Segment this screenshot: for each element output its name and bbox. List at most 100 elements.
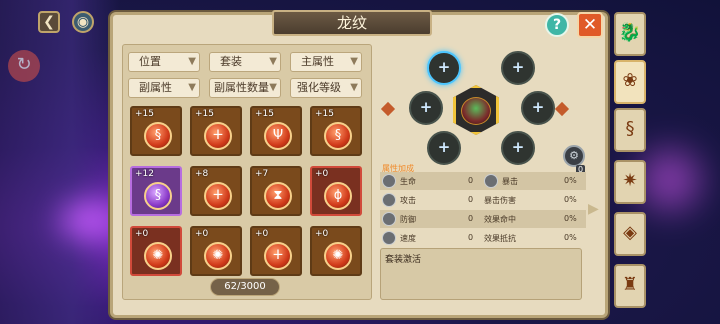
close-button[interactable]: ✕: [577, 12, 603, 38]
background-glow: [640, 150, 700, 210]
attr-value: 0: [468, 233, 474, 242]
enhance-level: +0: [195, 229, 209, 239]
dragon-icon: §: [625, 118, 635, 139]
attr-name: 效果命中: [484, 215, 516, 224]
attr-value: 0%: [564, 214, 577, 223]
rune-socket-2[interactable]: +: [501, 51, 535, 85]
rune-icon: ✺: [324, 242, 352, 270]
back-button[interactable]: ❮: [38, 11, 60, 33]
enhance-level: +15: [255, 109, 274, 119]
rune-slot[interactable]: +0 ϕ: [310, 166, 362, 216]
rune-icon: ⵜ: [264, 242, 292, 270]
rune-slot[interactable]: +0 ⵜ: [250, 226, 302, 276]
rune-icon: ⧗: [264, 182, 292, 210]
crit-icon: [484, 174, 498, 188]
rune-wheel: + + + + + +: [380, 45, 570, 175]
rune-icon: §: [324, 122, 352, 150]
attr-name: 效果抵抗: [484, 234, 516, 243]
rune-slot[interactable]: +0 ✺: [130, 226, 182, 276]
eye-button[interactable]: ◉: [72, 11, 94, 33]
rune-slot[interactable]: +0 ✺: [190, 226, 242, 276]
tab-armor[interactable]: ♜: [614, 264, 646, 308]
rune-slot[interactable]: +15 ⵜ: [190, 106, 242, 156]
filter-label: 强化等级: [297, 81, 341, 94]
rune-slot[interactable]: +15 §: [130, 106, 182, 156]
attr-name: 暴击伤害: [484, 196, 516, 205]
attack-icon: [382, 193, 396, 207]
attr-value: 0: [468, 214, 474, 223]
rune-icon: ⵜ: [204, 182, 232, 210]
filter-main-attr[interactable]: 主属性 ▼: [290, 52, 362, 72]
rune-icon: Ψ: [264, 122, 292, 150]
attr-name: 速度: [400, 234, 416, 243]
tab-dragon[interactable]: §: [614, 108, 646, 152]
filter-set[interactable]: 套装 ▼: [209, 52, 281, 72]
tab-star[interactable]: ✷: [614, 160, 646, 204]
armor-icon: ♜: [621, 274, 639, 295]
filter-position[interactable]: 位置 ▼: [128, 52, 200, 72]
star-badge-icon: ✷: [622, 170, 638, 191]
background-tree: [0, 0, 120, 324]
lotus-icon: ❀: [622, 70, 638, 91]
attr-name: 攻击: [400, 196, 416, 205]
rune-socket-3[interactable]: +: [521, 91, 555, 125]
rune-socket-5[interactable]: +: [427, 131, 461, 165]
enhance-level: +0: [135, 229, 149, 239]
chevron-right-icon[interactable]: ▶: [588, 202, 599, 216]
dragon-head-icon: 🐉: [618, 22, 642, 43]
rune-slot[interactable]: +0 ✺: [310, 226, 362, 276]
rune-icon: ✺: [204, 242, 232, 270]
tab-rune[interactable]: ❀: [614, 60, 646, 104]
set-bonus-box: 套装激活: [380, 248, 582, 300]
attr-value: 0%: [564, 195, 577, 204]
tab-gem[interactable]: ◈: [614, 212, 646, 256]
attr-name: 暴击: [502, 177, 518, 186]
defense-icon: [382, 212, 396, 226]
rune-socket-4[interactable]: +: [501, 131, 535, 165]
filter-label: 副属性: [139, 81, 172, 94]
filter-label: 主属性: [301, 55, 334, 68]
enhance-level: +7: [255, 169, 269, 179]
dragon-portrait-icon: [461, 97, 491, 125]
rune-icon: ⵜ: [204, 122, 232, 150]
rune-icon: §: [144, 122, 172, 150]
gem-icon: ◈: [623, 222, 637, 243]
attr-value: 0: [468, 176, 474, 185]
rune-slot[interactable]: +15 Ψ: [250, 106, 302, 156]
filter-sub-attr[interactable]: 副属性 ▼: [128, 78, 200, 98]
rune-slot[interactable]: +15 §: [310, 106, 362, 156]
attr-value: 0%: [564, 176, 577, 185]
help-button[interactable]: ?: [545, 13, 569, 37]
set-bonus-label: 套装激活: [385, 255, 422, 265]
enhance-level: +0: [315, 229, 329, 239]
rune-socket-6[interactable]: +: [409, 91, 443, 125]
enhance-level: +15: [135, 109, 154, 119]
attr-value: 0%: [564, 233, 577, 242]
rune-icon: ✺: [144, 242, 172, 270]
filter-label: 副属性数量: [214, 81, 269, 94]
rune-socket-1[interactable]: +: [427, 51, 461, 85]
filter-label: 位置: [139, 55, 161, 68]
enhance-level: +12: [135, 169, 154, 179]
enhance-level: +0: [255, 229, 269, 239]
filter-enhance-level[interactable]: 强化等级 ▼: [290, 78, 362, 98]
page-title: 龙纹: [272, 10, 432, 36]
enhance-level: +15: [195, 109, 214, 119]
speed-icon: [382, 231, 396, 245]
swirl-icon[interactable]: ↻: [8, 50, 40, 82]
hp-icon: [382, 174, 396, 188]
attr-name: 防御: [400, 215, 416, 224]
enhance-level: +0: [315, 169, 329, 179]
rune-slot[interactable]: +12 §: [130, 166, 182, 216]
enhance-level: +15: [315, 109, 334, 119]
attr-table: 生命 0 暴击 0% 攻击 0 暴击伤害 0% 防御 0 效果命中 0% 速度 …: [380, 172, 586, 246]
rune-icon: §: [144, 182, 172, 210]
rune-icon: ϕ: [324, 182, 352, 210]
coin-icon[interactable]: ⚙: [563, 145, 585, 167]
filter-sub-attr-count[interactable]: 副属性数量 ▼: [209, 78, 281, 98]
enhance-level: +8: [195, 169, 209, 179]
rune-slot[interactable]: +7 ⧗: [250, 166, 302, 216]
rune-slot[interactable]: +8 ⵜ: [190, 166, 242, 216]
tab-dragon-head[interactable]: 🐉: [614, 12, 646, 56]
attr-name: 生命: [400, 177, 416, 186]
